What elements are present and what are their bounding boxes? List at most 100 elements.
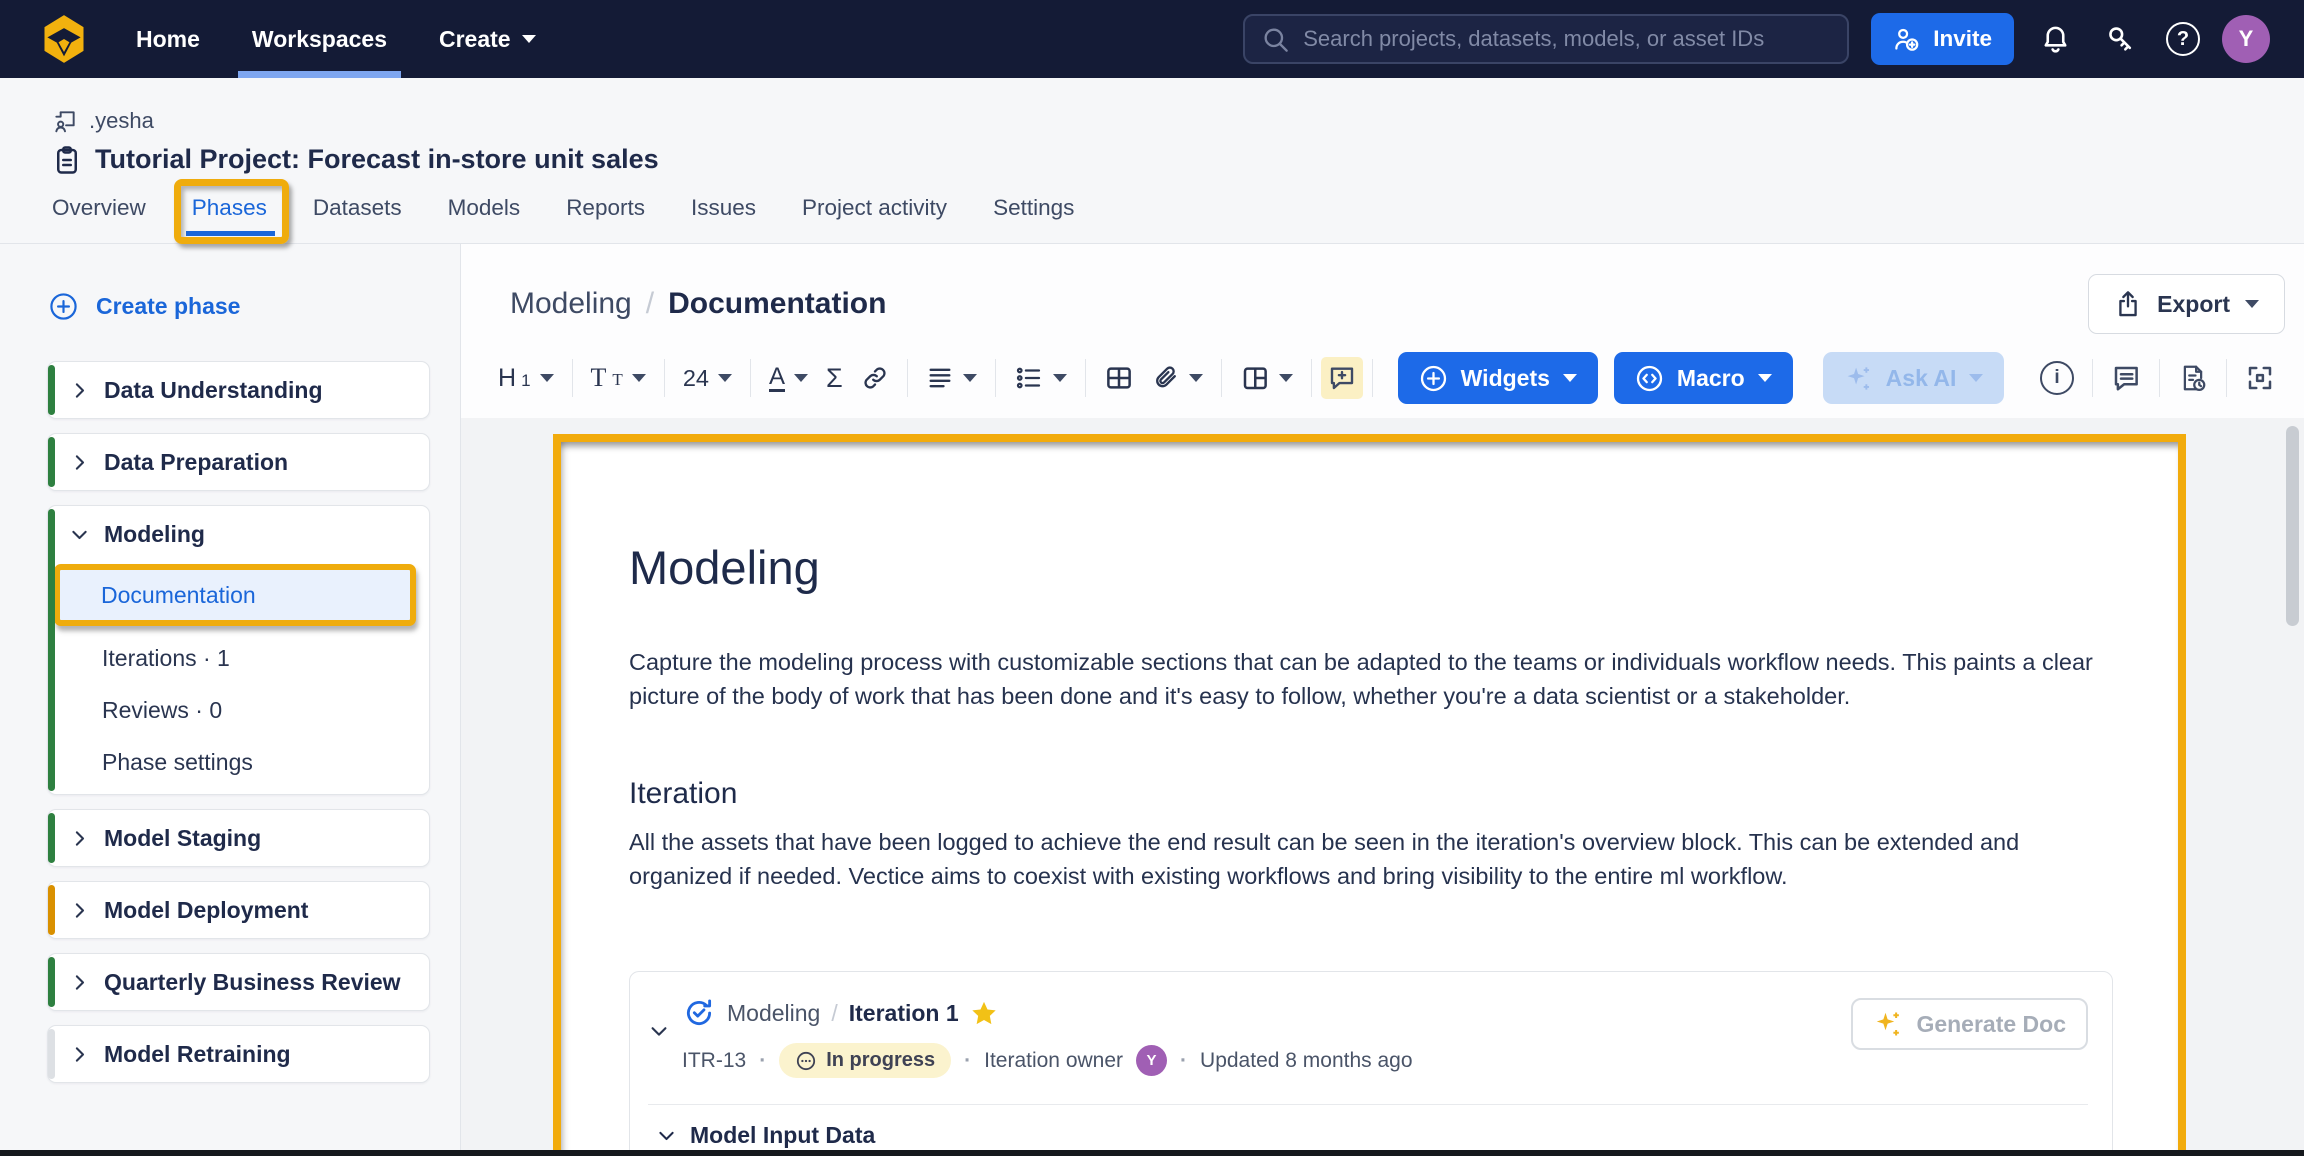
widgets-button[interactable]: Widgets <box>1397 352 1598 404</box>
notifications-button[interactable] <box>2026 10 2084 68</box>
phase-card-model-deployment[interactable]: Model Deployment <box>47 881 430 939</box>
vectice-logo-icon[interactable] <box>38 13 90 65</box>
add-comment-button[interactable] <box>1320 357 1363 399</box>
tab-overview[interactable]: Overview <box>52 193 169 243</box>
font-size-button[interactable]: 24 <box>674 357 741 400</box>
tab-models[interactable]: Models <box>425 193 544 243</box>
phase-subitem-reviews[interactable]: Reviews · 0 <box>48 684 429 736</box>
phase-card-modeling-header[interactable]: Modeling <box>48 506 429 562</box>
phase-card-data-understanding[interactable]: Data Understanding <box>47 361 430 419</box>
chevron-down-icon <box>1562 374 1577 382</box>
tab-reports[interactable]: Reports <box>543 193 668 243</box>
font-style-button[interactable]: TT <box>582 355 655 401</box>
plus-circle-icon <box>50 293 77 320</box>
global-search[interactable] <box>1243 14 1850 64</box>
toolbar-right-group: i <box>2031 353 2284 403</box>
phase-card-data-preparation[interactable]: Data Preparation <box>47 433 430 491</box>
generate-doc-button[interactable]: Generate Doc <box>1851 998 2088 1050</box>
subitem-label: Reviews · 0 <box>102 696 223 723</box>
tab-issues[interactable]: Issues <box>668 193 779 243</box>
clipboard-icon <box>57 145 77 174</box>
export-icon <box>2119 291 2137 317</box>
documentation-page[interactable]: Modeling Capture the modeling process wi… <box>553 434 2186 1156</box>
nav-home[interactable]: Home <box>134 0 226 78</box>
phase-card-model-retraining[interactable]: Model Retraining <box>47 1025 430 1083</box>
subitem-label: Iterations · 1 <box>102 644 230 671</box>
app-window: Home Workspaces Create Invite <box>0 0 2304 1156</box>
create-phase-label: Create phase <box>96 293 241 319</box>
tab-datasets[interactable]: Datasets <box>290 193 425 243</box>
tab-label: Reports <box>566 195 645 220</box>
link-button[interactable] <box>852 356 898 400</box>
primary-nav: Home Workspaces Create <box>134 0 562 78</box>
info-glyph: i <box>2054 367 2060 388</box>
chevron-down-icon <box>539 374 554 382</box>
phase-label: Quarterly Business Review <box>104 968 401 995</box>
phase-card-model-staging[interactable]: Model Staging <box>47 809 430 867</box>
chevron-down-icon <box>1969 374 1984 382</box>
search-input[interactable] <box>1303 26 1832 52</box>
macro-button[interactable]: Macro <box>1613 352 1793 404</box>
tab-phases[interactable]: Phases <box>169 179 290 244</box>
phase-subitem-documentation[interactable]: Documentation <box>54 564 416 626</box>
chevron-down-icon <box>521 35 536 43</box>
chevron-right-icon <box>75 454 85 470</box>
bell-icon <box>2044 26 2066 53</box>
ask-ai-button[interactable]: Ask AI <box>1822 352 2005 404</box>
help-button[interactable]: ? <box>2154 10 2212 68</box>
user-avatar[interactable]: Y <box>2222 15 2270 63</box>
text-color-button[interactable]: A <box>760 356 817 400</box>
comments-button[interactable] <box>2102 355 2150 401</box>
project-title: Tutorial Project: Forecast in-store unit… <box>95 144 659 174</box>
phase-subitem-iterations[interactable]: Iterations · 1 <box>48 632 429 684</box>
scrollbar[interactable] <box>2286 426 2299 626</box>
chevron-down-icon <box>1278 374 1293 382</box>
invite-button[interactable]: Invite <box>1871 13 2014 65</box>
phase-status-bar <box>48 957 55 1007</box>
person-add-icon <box>1895 28 1919 51</box>
export-button[interactable]: Export <box>2088 274 2285 334</box>
tab-label: Phases <box>191 195 267 220</box>
list-button[interactable] <box>1005 355 1076 401</box>
create-phase-button[interactable]: Create phase <box>49 292 430 321</box>
nav-create[interactable]: Create <box>413 0 562 78</box>
owner-avatar[interactable]: Y <box>1136 1045 1168 1076</box>
help-glyph: ? <box>2176 27 2190 50</box>
tab-label: Overview <box>52 195 146 220</box>
nav-workspaces[interactable]: Workspaces <box>226 0 413 78</box>
expand-icon <box>2248 366 2272 390</box>
api-key-button[interactable] <box>2090 10 2148 68</box>
chevron-down-icon <box>659 1131 674 1141</box>
chevron-right-icon <box>75 830 85 846</box>
search-icon <box>1264 28 1289 52</box>
sparkle-icon <box>1847 366 1869 390</box>
tab-settings[interactable]: Settings <box>970 193 1097 243</box>
table-icon <box>1106 367 1131 389</box>
toolbar-separator <box>571 359 573 397</box>
doc-history-button[interactable] <box>2169 355 2217 401</box>
fullscreen-button[interactable] <box>2236 355 2284 401</box>
chevron-right-icon <box>75 1046 85 1062</box>
star-icon[interactable] <box>970 999 998 1027</box>
iteration-name[interactable]: Iteration 1 <box>849 1000 959 1027</box>
breadcrumb-page: Documentation <box>668 287 887 320</box>
phase-subitem-phase-settings[interactable]: Phase settings <box>48 736 429 788</box>
formula-button[interactable]: Σ <box>817 355 852 402</box>
table-button[interactable] <box>1095 355 1143 401</box>
tab-project-activity[interactable]: Project activity <box>779 193 970 243</box>
breadcrumb-phase[interactable]: Modeling <box>510 287 632 321</box>
info-button[interactable]: i <box>2031 353 2083 403</box>
generate-doc-label: Generate Doc <box>1916 1010 2066 1037</box>
heading-style-button[interactable]: H1 <box>489 356 563 401</box>
workspace-breadcrumb[interactable]: .yesha <box>52 108 154 134</box>
phase-label: Model Staging <box>104 824 262 851</box>
phase-card-quarterly-business-review[interactable]: Quarterly Business Review <box>47 953 430 1011</box>
status-badge[interactable]: In progress <box>779 1043 952 1078</box>
document-canvas: Modeling Capture the modeling process wi… <box>461 418 2304 1156</box>
layout-button[interactable] <box>1231 355 1302 401</box>
iteration-phase[interactable]: Modeling <box>727 1000 820 1027</box>
collapse-chevron-icon[interactable] <box>648 1020 670 1042</box>
attachment-button[interactable] <box>1143 356 1212 400</box>
align-button[interactable] <box>917 356 986 400</box>
model-input-data-section[interactable]: Model Input Data <box>648 1104 2088 1156</box>
